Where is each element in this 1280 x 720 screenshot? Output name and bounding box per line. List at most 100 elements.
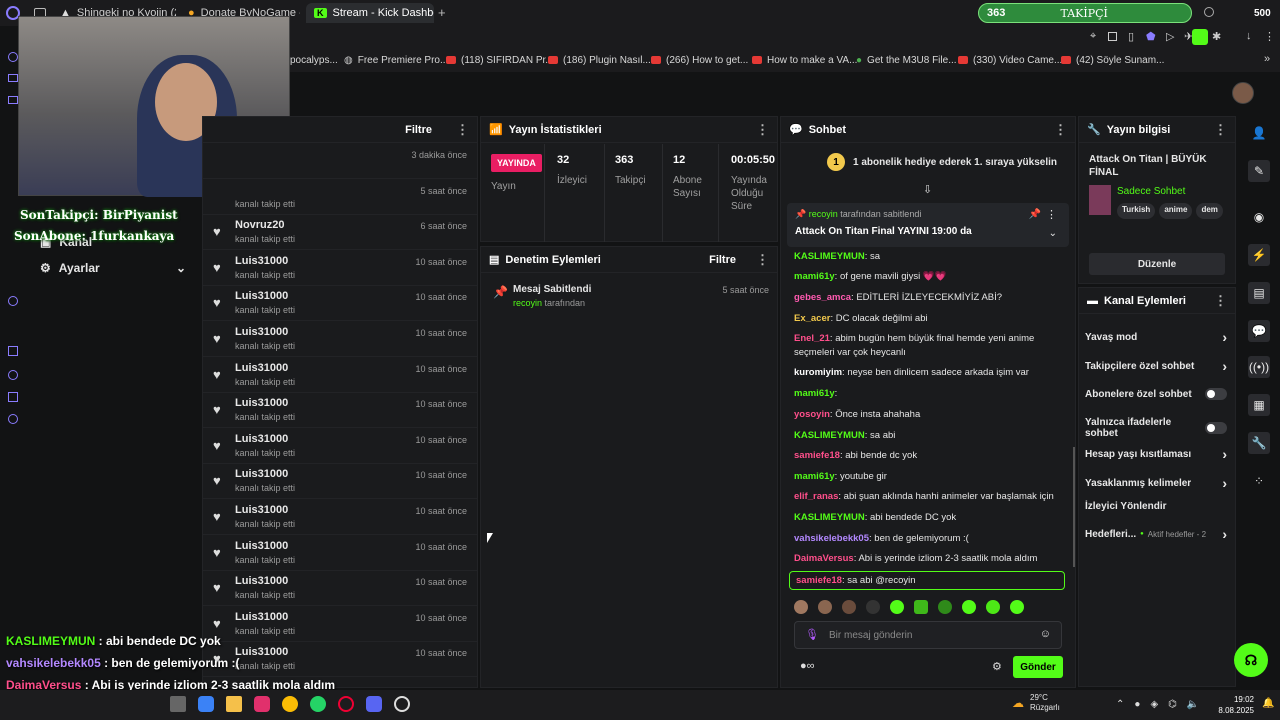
channel-action-item[interactable]: Takipçilere özel sohbet › — [1085, 358, 1227, 374]
bolt-icon[interactable]: ⚡ — [1248, 244, 1270, 266]
emote-icon[interactable] — [794, 600, 808, 614]
emote-icon[interactable] — [866, 600, 880, 614]
chat-settings-icon[interactable]: ⚙ — [992, 660, 1002, 673]
notification-icon[interactable]: 🔔 — [1262, 698, 1274, 709]
camera-icon[interactable]: ◉ — [1248, 206, 1270, 228]
channel-action-item[interactable]: Yavaş mod › — [1085, 329, 1227, 345]
folder-icon[interactable] — [226, 696, 242, 712]
kebab-icon[interactable]: ⋮ — [756, 252, 769, 268]
follower-name[interactable]: Luis31000 — [235, 397, 288, 409]
bell-icon[interactable] — [8, 346, 18, 356]
tray-app-icon[interactable]: ● — [1134, 699, 1140, 710]
wrench-icon[interactable]: 🔧 — [1248, 432, 1270, 454]
bookmark-item[interactable]: (266) How to get... — [651, 48, 748, 72]
bookmark-item[interactable]: (186) Plugin Nasıl... — [548, 48, 651, 72]
chart-icon[interactable] — [8, 96, 18, 104]
chat-username[interactable]: samiefe18 — [796, 575, 842, 586]
chat-scroll-down-icon[interactable]: ⇩ — [923, 183, 932, 196]
follower-name[interactable]: Luis31000 — [235, 575, 288, 587]
bookmark-item[interactable]: ● Get the M3U8 File... — [856, 48, 957, 72]
chat-username[interactable]: KASLIMEYMUN — [794, 251, 865, 262]
chevron-down-icon[interactable]: ⌄ — [1049, 228, 1057, 239]
follower-name[interactable]: Luis31000 — [235, 611, 288, 623]
follower-name[interactable]: Luis31000 — [235, 362, 288, 374]
pencil-icon[interactable]: ✎ — [1248, 160, 1270, 182]
kebab-icon[interactable]: ⋮ — [456, 122, 469, 138]
video-icon[interactable] — [8, 74, 18, 82]
kebab-icon[interactable]: ⋮ — [1054, 122, 1067, 138]
edit-button[interactable]: Düzenle — [1089, 253, 1225, 275]
bookmark-item[interactable]: How to make a VA... — [752, 48, 857, 72]
chat-username[interactable]: KASLIMEYMUN — [794, 430, 865, 441]
tag-icon[interactable] — [8, 392, 18, 402]
chat-username[interactable]: KASLIMEYMUN — [794, 512, 865, 523]
chat-username[interactable]: mami61y — [794, 271, 835, 282]
clock[interactable]: 19:02 8.08.2025 — [1218, 694, 1254, 716]
emote-icon[interactable] — [842, 600, 856, 614]
play-icon[interactable]: ▷ — [1166, 30, 1174, 43]
channel-action-item[interactable]: Yalnızca ifadelerle sohbet — [1085, 417, 1227, 439]
chat-username[interactable]: DaimaVersus — [794, 553, 854, 564]
search-icon[interactable] — [1204, 7, 1214, 17]
filter-button[interactable]: Filtre — [405, 124, 432, 136]
opera-icon[interactable] — [338, 696, 354, 712]
follower-name[interactable]: Luis31000 — [235, 290, 288, 302]
follower-name[interactable]: Luis31000 — [235, 433, 288, 445]
bookmark-item[interactable]: pocalyps... — [290, 48, 338, 72]
copilot-icon[interactable] — [198, 696, 214, 712]
chat-extras-icon[interactable]: ●∞ — [800, 660, 815, 672]
follower-name[interactable]: Luis31000 — [235, 504, 288, 516]
chat-username[interactable]: gebes_amca — [794, 292, 851, 303]
file-explorer-icon[interactable] — [170, 696, 186, 712]
shield-icon[interactable]: ⬟ — [1146, 30, 1156, 43]
follower-name[interactable]: Novruz20 — [235, 219, 285, 231]
chat-username[interactable]: vahsikelebekk05 — [794, 533, 869, 544]
puzzle-icon[interactable]: ✱ — [1212, 30, 1221, 43]
emote-icon[interactable] — [1010, 600, 1024, 614]
pin-icon[interactable]: ⌖ — [1090, 30, 1096, 43]
tag-chip[interactable]: Turkish — [1117, 203, 1156, 219]
chat-input[interactable]: 🎙 Bir mesaj gönderin ☺ — [794, 621, 1062, 649]
layout-icon[interactable]: ▦ — [1248, 394, 1270, 416]
kebab-icon[interactable]: ⋮ — [1214, 122, 1227, 138]
volume-icon[interactable]: 🔈 — [1187, 699, 1199, 710]
chat-username[interactable]: Ex_acer — [794, 313, 830, 324]
kick-extension-icon[interactable] — [1192, 29, 1208, 45]
more-icon[interactable]: ⋮ — [1264, 30, 1275, 43]
follower-name[interactable]: Luis31000 — [235, 468, 288, 480]
clipboard-icon[interactable]: ▤ — [1248, 282, 1270, 304]
tag-chip[interactable]: dem — [1196, 203, 1223, 219]
emote-icon[interactable] — [890, 600, 904, 614]
settings-icon[interactable] — [8, 414, 18, 424]
moderation-user[interactable]: recoyin — [513, 298, 542, 308]
bookmark-item[interactable]: (118) SIFIRDAN Pr... — [446, 48, 554, 72]
channel-action-item[interactable]: İzleyici Yönlendir — [1085, 501, 1227, 512]
kebab-icon[interactable]: ⋮ — [1046, 208, 1057, 221]
tray-app-icon[interactable]: ◈ — [1150, 699, 1158, 710]
user-icon[interactable]: 👤 — [1248, 122, 1270, 144]
follower-name[interactable]: Luis31000 — [235, 326, 288, 338]
more-dots-icon[interactable]: ⁘ — [1248, 470, 1270, 492]
chat-username[interactable]: kuromiyim — [794, 367, 842, 378]
bookmark-item[interactable]: ◍ Free Premiere Pro... — [344, 48, 448, 72]
follower-name[interactable]: Luis31000 — [235, 646, 288, 658]
bookmark-icon[interactable]: ▯ — [1128, 30, 1134, 43]
bookmark-item[interactable]: (330) Video Came... — [958, 48, 1062, 72]
emote-icon[interactable] — [818, 600, 832, 614]
gift-banner[interactable]: 1 1 abonelik hediye ederek 1. sıraya yük… — [827, 153, 1057, 171]
emote-icon[interactable] — [962, 600, 976, 614]
filter-button[interactable]: Filtre — [709, 254, 736, 266]
home-icon[interactable] — [8, 52, 18, 62]
emoji-icon[interactable]: ☺ — [1040, 628, 1051, 640]
unpin-icon[interactable]: 📌 — [1029, 209, 1041, 220]
play-circle-icon[interactable] — [8, 296, 18, 306]
category-link[interactable]: Sadece Sohbet — [1117, 186, 1185, 197]
channel-action-item[interactable]: Abonelere özel sohbet — [1085, 388, 1227, 400]
chat-username[interactable]: samiefe18 — [794, 450, 840, 461]
chat-username[interactable]: mami61y — [794, 388, 835, 399]
avatar[interactable] — [1232, 82, 1254, 104]
chat-username[interactable]: yosoyin — [794, 409, 830, 420]
support-button[interactable]: ☊ — [1234, 643, 1268, 677]
tag-chip[interactable]: anime — [1159, 203, 1193, 219]
screenshot-icon[interactable] — [1108, 32, 1117, 41]
